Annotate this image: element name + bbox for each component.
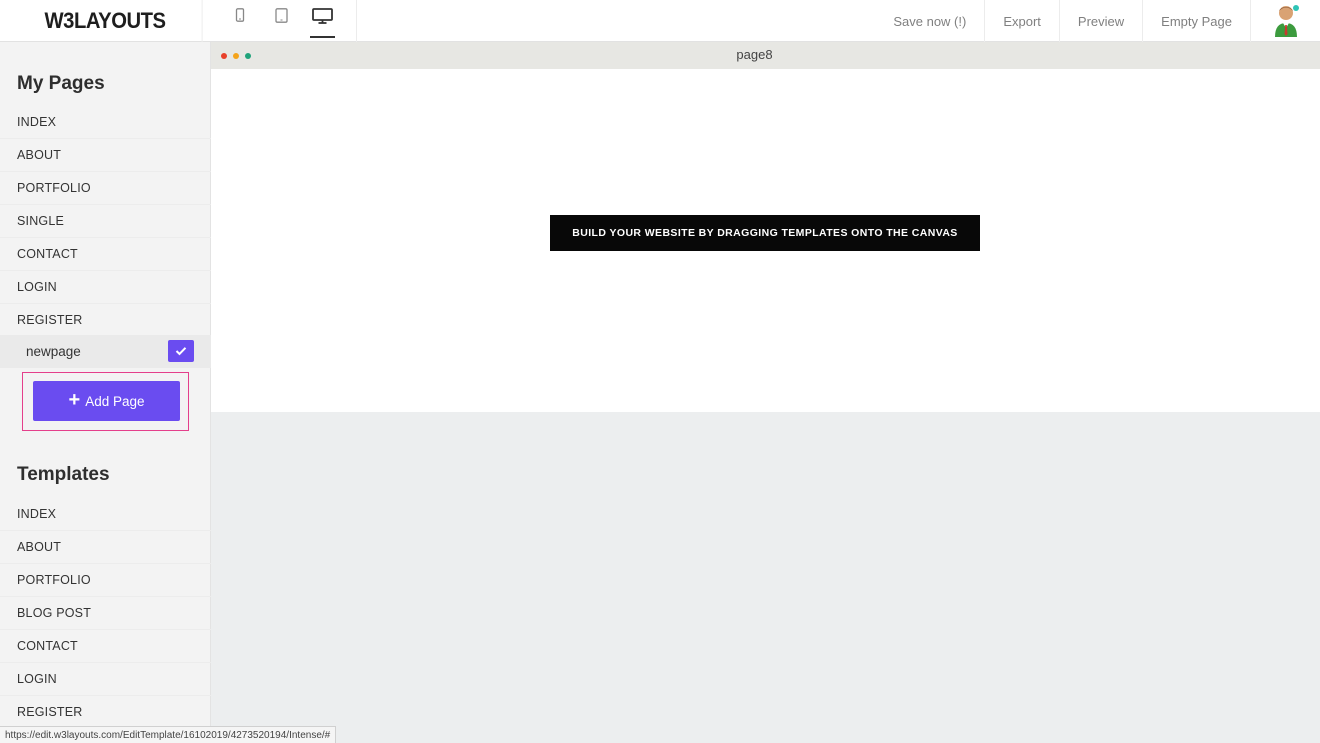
canvas-drop-area[interactable]: BUILD YOUR WEBSITE BY DRAGGING TEMPLATES… xyxy=(211,69,1320,412)
mobile-view-button[interactable] xyxy=(233,8,247,38)
tablet-icon xyxy=(274,8,288,23)
template-contact[interactable]: CONTACT xyxy=(0,630,211,663)
desktop-icon xyxy=(312,8,333,24)
logo[interactable]: W3LAYOUTS xyxy=(8,0,203,42)
add-page-label: Add Page xyxy=(85,393,145,409)
templates-title: Templates xyxy=(17,464,110,485)
mobile-icon xyxy=(235,8,245,22)
export-button[interactable]: Export xyxy=(984,0,1059,42)
my-page-about[interactable]: ABOUT xyxy=(0,139,211,172)
tablet-view-button[interactable] xyxy=(273,8,289,38)
my-page-single[interactable]: SINGLE xyxy=(0,205,211,238)
empty-page-button[interactable]: Empty Page xyxy=(1142,0,1250,42)
template-portfolio[interactable]: PORTFOLIO xyxy=(0,564,211,597)
status-url: https://edit.w3layouts.com/EditTemplate/… xyxy=(0,726,337,743)
template-login[interactable]: LOGIN xyxy=(0,663,211,696)
template-about[interactable]: ABOUT xyxy=(0,531,211,564)
confirm-page-button[interactable] xyxy=(168,340,194,362)
header-menu: Save now (!) Export Preview Empty Page xyxy=(875,0,1320,42)
my-page-contact[interactable]: CONTACT xyxy=(0,238,211,271)
my-pages-title: My Pages xyxy=(17,73,105,94)
my-page-login[interactable]: LOGIN xyxy=(0,271,211,304)
my-page-portfolio[interactable]: PORTFOLIO xyxy=(0,172,211,205)
my-page-register[interactable]: REGISTER xyxy=(0,304,211,337)
my-page-index[interactable]: INDEX xyxy=(0,106,211,139)
desktop-view-button[interactable] xyxy=(310,8,335,38)
save-now-button[interactable]: Save now (!) xyxy=(875,0,984,42)
top-toolbar: W3LAYOUTS Save now (!) Export Preview Em… xyxy=(0,0,1320,42)
check-icon xyxy=(175,347,187,356)
avatar[interactable] xyxy=(1250,0,1320,42)
template-register[interactable]: REGISTER xyxy=(0,696,211,729)
template-index[interactable]: INDEX xyxy=(0,498,211,531)
plus-icon: + xyxy=(68,389,81,411)
canvas-browser-bar: page8 xyxy=(211,42,1320,69)
template-blog-post[interactable]: BLOG POST xyxy=(0,597,211,630)
canvas-hint: BUILD YOUR WEBSITE BY DRAGGING TEMPLATES… xyxy=(550,215,980,251)
sidebar: My Pages INDEX ABOUT PORTFOLIO SINGLE CO… xyxy=(0,42,211,743)
add-page-highlight: + Add Page xyxy=(22,372,189,431)
templates-list: INDEX ABOUT PORTFOLIO BLOG POST CONTACT … xyxy=(0,498,211,729)
preview-button[interactable]: Preview xyxy=(1058,0,1142,42)
add-page-button[interactable]: + Add Page xyxy=(33,381,180,421)
new-page-row xyxy=(0,335,211,368)
user-avatar-icon xyxy=(1274,5,1299,37)
new-page-name-input[interactable] xyxy=(22,339,162,364)
canvas-page-name: page8 xyxy=(736,47,773,62)
device-switcher xyxy=(211,0,357,42)
my-pages-list: INDEX ABOUT PORTFOLIO SINGLE CONTACT LOG… xyxy=(0,106,211,337)
